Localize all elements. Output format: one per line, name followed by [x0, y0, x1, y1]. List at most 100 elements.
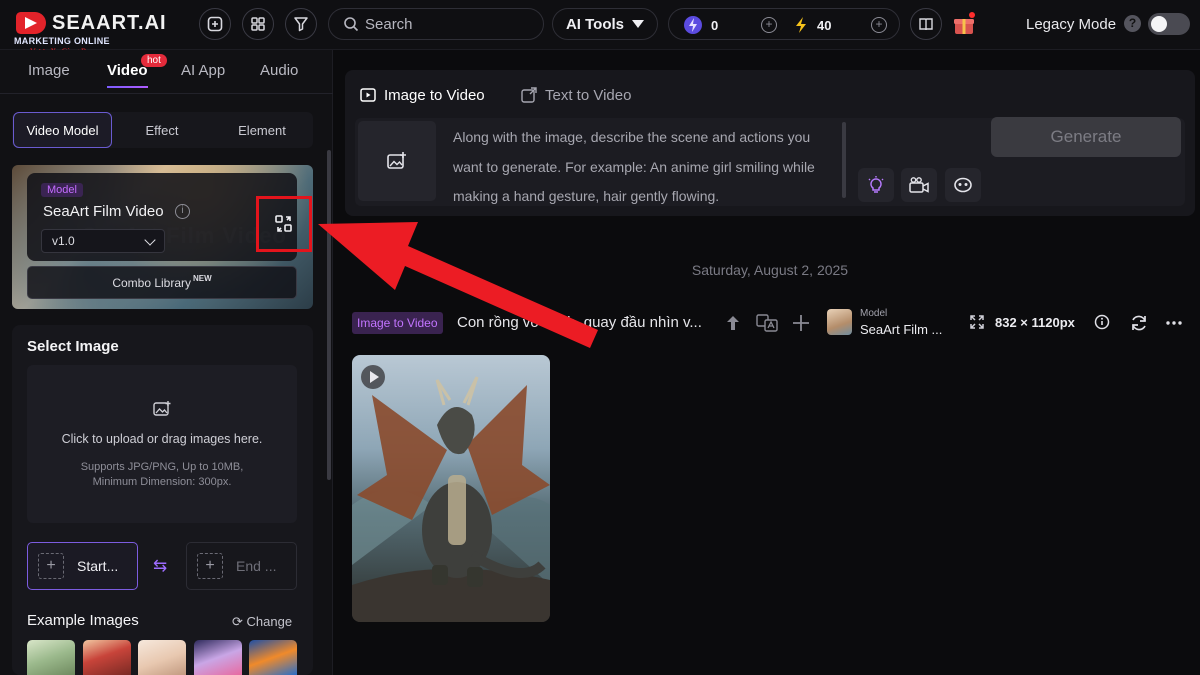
tab-video-model[interactable]: Video Model [13, 112, 112, 148]
task-title[interactable]: Con rồng vỗ cánh, quay đầu nhìn v... [457, 314, 702, 331]
task-row: Image to Video Con rồng vỗ cánh, quay đầ… [345, 308, 1195, 340]
tab-image[interactable]: Image [28, 62, 70, 79]
upload-hint-line-2: Minimum Dimension: 300px. [92, 476, 232, 488]
create-button[interactable] [199, 8, 231, 40]
select-image-title: Select Image [27, 338, 119, 355]
logo-watermark: MARKETING ONLINE [14, 36, 110, 46]
help-icon[interactable]: ? [1124, 15, 1141, 32]
example-thumb[interactable] [194, 640, 242, 675]
info-icon[interactable]: i [175, 204, 190, 219]
dimensions-label: 832 × 1120px [995, 315, 1075, 330]
generate-button[interactable]: Generate [991, 117, 1181, 157]
plus-icon[interactable] [792, 314, 810, 332]
model-name: SeaArt Film Video [43, 203, 164, 220]
info-icon[interactable] [1094, 314, 1110, 330]
power-count: 40 [817, 17, 832, 33]
version-select[interactable]: v1.0 [41, 229, 165, 253]
generated-video-card[interactable] [352, 355, 550, 622]
tab-effect[interactable]: Effect [112, 112, 212, 148]
filter-icon [294, 17, 308, 32]
change-label: Change [246, 614, 293, 629]
hot-badge: hot [141, 54, 167, 67]
upload-hint-line-1: Supports JPG/PNG, Up to 10MB, [80, 461, 244, 473]
filter-button[interactable] [285, 8, 317, 40]
swap-frames-icon[interactable]: ⇆ [153, 556, 167, 576]
logo[interactable]: SEAART.AI MARKETING ONLINE Vươn Xa Cùng … [10, 6, 190, 56]
add-power-button[interactable]: + [871, 17, 887, 33]
tab-image-to-video[interactable]: Image to Video [360, 80, 485, 110]
grid-icon [251, 17, 265, 31]
sidebar-scrollbar[interactable] [327, 150, 331, 480]
inspiration-button[interactable] [858, 168, 894, 202]
tab-text-to-video[interactable]: Text to Video [521, 80, 631, 110]
fullscreen-icon[interactable] [970, 315, 984, 329]
prompt-scrollbar[interactable] [842, 122, 846, 198]
text-video-icon [521, 87, 537, 103]
refresh-icon: ⟳ [232, 614, 243, 629]
end-frame-slot[interactable]: + End ... [186, 542, 297, 590]
stamina-count: 0 [711, 17, 719, 33]
sub-tabs: Video Model Effect Element [12, 112, 313, 148]
generation-panel: Image to Video Text to Video Along with … [345, 70, 1195, 216]
end-frame-label: End ... [236, 558, 277, 574]
logo-brand: SEAART.AI [52, 12, 167, 34]
play-icon[interactable] [361, 365, 385, 389]
library-button[interactable] [910, 8, 942, 40]
logo-mark-icon [16, 12, 46, 34]
image-video-icon [360, 88, 376, 102]
reference-image-slot[interactable] [358, 121, 436, 201]
stamina-bolt-icon [684, 16, 702, 34]
apps-grid-button[interactable] [242, 8, 274, 40]
start-frame-slot[interactable]: + Start... [27, 542, 138, 590]
search-input[interactable]: Search [328, 8, 544, 40]
plus-icon: + [197, 553, 223, 579]
example-thumb[interactable] [83, 640, 131, 675]
lightning-icon [796, 17, 806, 33]
ai-tools-label: AI Tools [565, 15, 625, 33]
character-button[interactable] [945, 168, 981, 202]
video-camera-icon [909, 177, 929, 193]
add-stamina-button[interactable]: + [761, 17, 777, 33]
add-image-icon [387, 152, 406, 169]
version-value: v1.0 [52, 234, 75, 248]
combo-library-button[interactable]: Combo Library NEW [27, 266, 297, 299]
book-icon [919, 18, 933, 31]
combo-library-label: Combo Library [112, 275, 192, 290]
lightbulb-icon [868, 176, 884, 193]
tab-image-to-video-label: Image to Video [384, 86, 485, 104]
ai-tools-dropdown[interactable]: AI Tools [552, 8, 658, 40]
search-icon [344, 17, 359, 32]
upload-dropzone[interactable]: Click to upload or drag images here. Sup… [27, 365, 297, 523]
tab-audio[interactable]: Audio [260, 62, 298, 79]
upload-hint: Supports JPG/PNG, Up to 10MB, Minimum Di… [27, 460, 297, 490]
dragon-artwork [352, 376, 550, 622]
example-thumb[interactable] [27, 640, 75, 675]
image-upload-icon [153, 401, 171, 416]
model-tag: Model [41, 183, 83, 197]
tab-ai-app[interactable]: AI App [181, 62, 225, 79]
legacy-mode-toggle[interactable] [1148, 13, 1190, 35]
top-tabs: Image Video hot AI App Audio [0, 50, 333, 94]
prompt-textarea[interactable]: Along with the image, describe the scene… [453, 123, 838, 212]
caret-down-icon [632, 20, 645, 28]
date-divider: Saturday, August 2, 2025 [691, 262, 849, 278]
example-thumb[interactable] [138, 640, 186, 675]
switch-model-button[interactable] [256, 196, 312, 252]
select-image-panel: Select Image Click to upload or drag ima… [12, 325, 313, 675]
stamina-credits: 0 [683, 9, 718, 41]
model-card[interactable]: SeaArt Film Video Model SeaArt Film Vide… [12, 165, 313, 309]
tab-element[interactable]: Element [212, 112, 312, 148]
example-thumb[interactable] [249, 640, 297, 675]
start-frame-label: Start... [77, 558, 119, 574]
change-examples-button[interactable]: ⟳ Change [232, 614, 292, 630]
top-bar: SEAART.AI MARKETING ONLINE Vươn Xa Cùng … [0, 0, 1200, 56]
upload-arrow-icon[interactable] [725, 314, 741, 332]
gift-icon[interactable] [952, 12, 976, 36]
model-label: Model [860, 308, 888, 319]
model-selector: Model SeaArt Film Video i v1.0 [27, 173, 312, 261]
more-options-icon[interactable] [1165, 314, 1183, 332]
translate-icon[interactable] [756, 314, 778, 332]
chevron-down-icon [144, 234, 156, 246]
camera-movement-button[interactable] [901, 168, 937, 202]
regenerate-icon[interactable] [1130, 314, 1148, 332]
